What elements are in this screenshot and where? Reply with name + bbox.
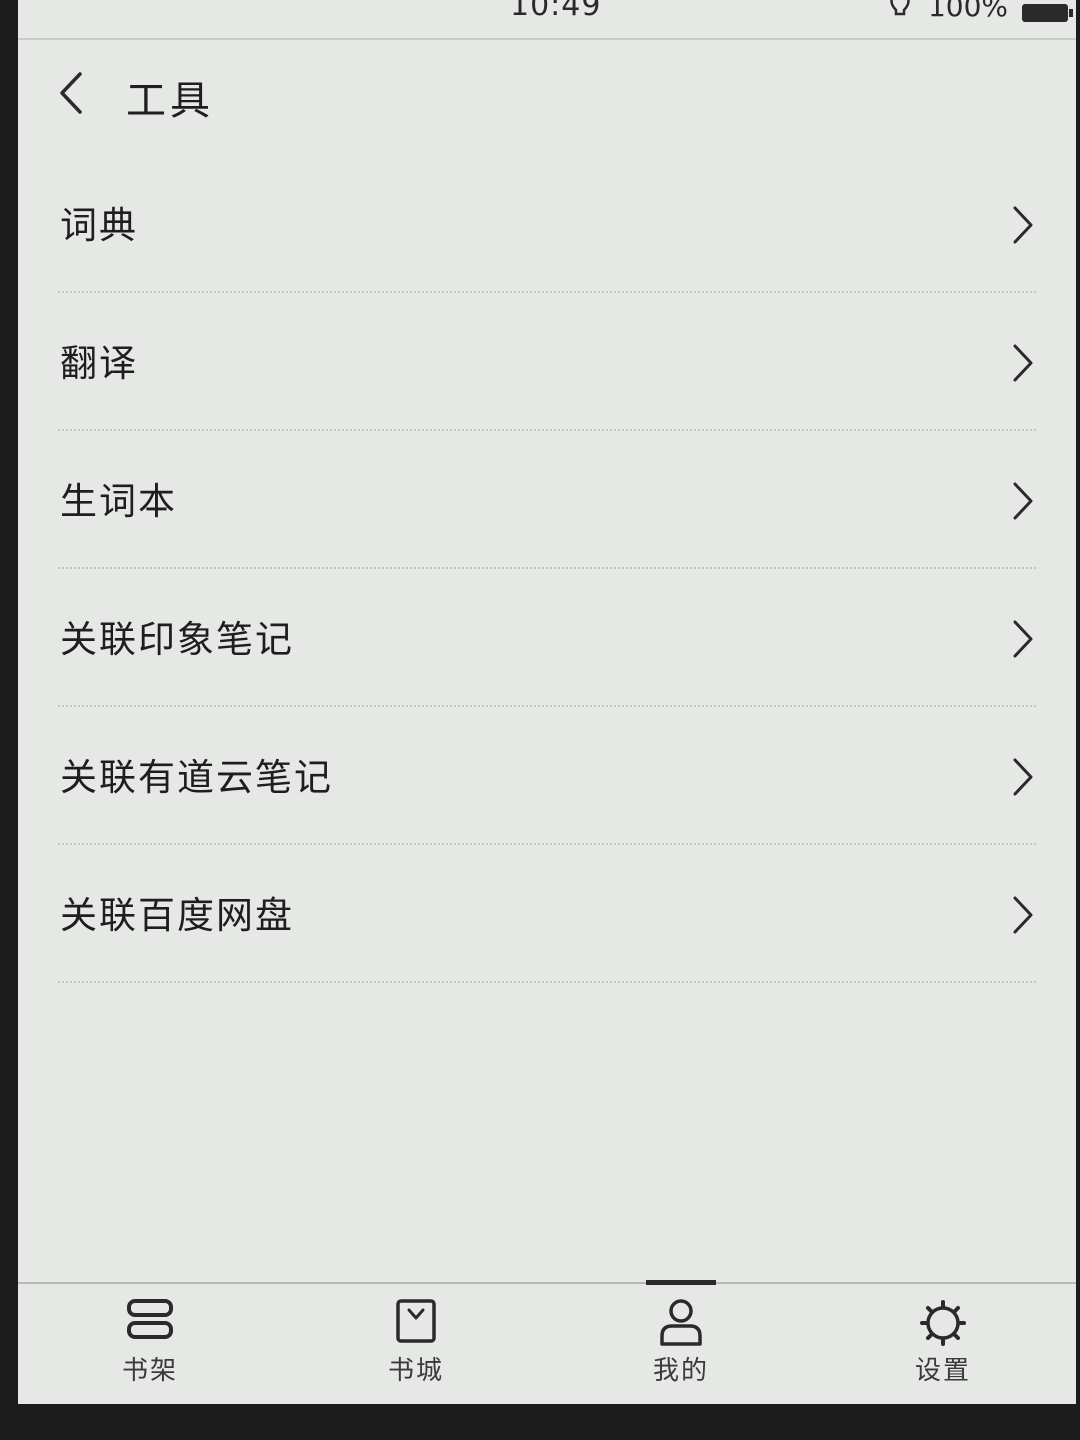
- chevron-right-icon: [1013, 620, 1033, 658]
- status-bar: 10:49 100%: [18, 0, 1076, 40]
- menu-item-label: 词典: [60, 204, 138, 247]
- tab-settings[interactable]: 设置: [868, 1284, 1018, 1404]
- battery-percent: 100%: [927, 0, 1008, 23]
- tab-label: 我的: [652, 1356, 709, 1386]
- tab-mine[interactable]: 我的: [606, 1280, 756, 1404]
- tab-label: 书城: [387, 1356, 444, 1386]
- page-title: 工具: [126, 78, 214, 124]
- chevron-right-icon: [1013, 344, 1033, 382]
- frontlight-icon: [890, 0, 910, 16]
- battery-icon: [1022, 4, 1073, 22]
- tab-bookshelf[interactable]: 书架: [75, 1284, 225, 1404]
- menu-item-label: 关联有道云笔记: [60, 756, 333, 799]
- device-frame: 10:49 100% 工具 词典 翻译 生词本 关联印象笔记 关联有道云笔记 关…: [0, 0, 1080, 1440]
- menu-item-link-baidu-netdisk[interactable]: 关联百度网盘: [18, 845, 1076, 983]
- menu-item-link-evernote[interactable]: 关联印象笔记: [18, 569, 1076, 707]
- menu-item-vocabulary-book[interactable]: 生词本: [18, 431, 1076, 569]
- menu-item-label: 关联印象笔记: [60, 618, 294, 661]
- divider: [58, 981, 1036, 983]
- active-tab-indicator: [646, 1280, 716, 1285]
- chevron-right-icon: [1013, 206, 1033, 244]
- menu-item-translate[interactable]: 翻译: [18, 293, 1076, 431]
- settings-icon: [920, 1300, 966, 1346]
- back-icon[interactable]: [56, 70, 86, 116]
- bookshelf-icon: [127, 1299, 173, 1339]
- status-indicators: 100%: [886, 0, 1073, 24]
- chevron-right-icon: [1013, 758, 1033, 796]
- menu-item-dictionary[interactable]: 词典: [18, 155, 1076, 293]
- menu-item-link-youdao-note[interactable]: 关联有道云笔记: [18, 707, 1076, 845]
- profile-icon: [660, 1299, 702, 1346]
- menu-item-label: 翻译: [60, 342, 138, 385]
- chevron-right-icon: [1013, 896, 1033, 934]
- tab-label: 书架: [121, 1356, 178, 1386]
- bookstore-icon: [396, 1299, 436, 1343]
- tools-menu-list: 词典 翻译 生词本 关联印象笔记 关联有道云笔记 关联百度网盘: [18, 155, 1076, 983]
- chevron-right-icon: [1013, 482, 1033, 520]
- menu-item-label: 关联百度网盘: [60, 894, 294, 937]
- tab-bookstore[interactable]: 书城: [341, 1284, 491, 1404]
- tab-label: 设置: [914, 1356, 971, 1386]
- bottom-tab-bar: 书架 书城 我的 设置: [18, 1280, 1076, 1404]
- screen: 10:49 100% 工具 词典 翻译 生词本 关联印象笔记 关联有道云笔记 关…: [18, 0, 1076, 1404]
- page-header: 工具: [18, 40, 1076, 150]
- menu-item-label: 生词本: [60, 480, 177, 523]
- status-time: 10:49: [510, 0, 602, 23]
